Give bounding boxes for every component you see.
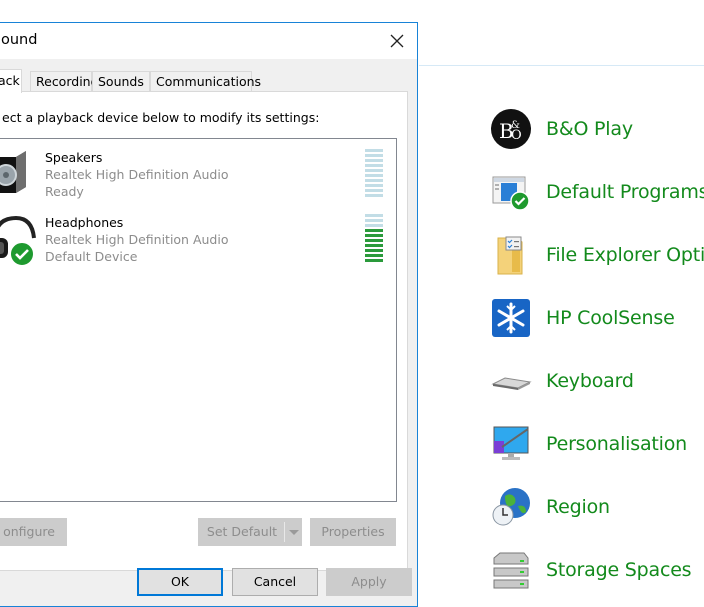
level-meter-segment: [365, 159, 383, 162]
tab-sounds[interactable]: Sounds: [92, 71, 150, 91]
level-meter-segment: [365, 154, 383, 157]
cp-item-region[interactable]: Region: [490, 485, 610, 529]
default-programs-icon: [490, 171, 532, 213]
cp-item-file-explorer-options[interactable]: File Explorer Optio: [490, 233, 704, 277]
button-label: Properties: [321, 524, 385, 539]
cp-item-hp-coolsense[interactable]: HP CoolSense: [490, 296, 675, 340]
level-meter-segment: [365, 259, 383, 262]
keyboard-icon: [490, 360, 532, 402]
button-label: Apply: [351, 574, 387, 589]
tab-label: ack: [0, 73, 20, 88]
device-headphones[interactable]: Headphones Realtek High Definition Audio…: [0, 214, 392, 274]
level-meter-segment: [365, 234, 383, 237]
tab-playback[interactable]: ack: [0, 69, 22, 93]
playback-panel: ect a playback device below to modify it…: [0, 91, 408, 571]
tab-recording[interactable]: Recording: [30, 71, 99, 91]
level-meter-segment: [365, 239, 383, 242]
instruction-text: ect a playback device below to modify it…: [2, 110, 320, 125]
cp-item-label: Default Programs: [546, 181, 704, 203]
ok-button[interactable]: OK: [137, 568, 223, 596]
tab-label: Sounds: [98, 74, 144, 89]
level-meter-segment: [365, 214, 383, 217]
level-meter-segment: [365, 149, 383, 152]
device-info: Headphones Realtek High Definition Audio…: [45, 214, 228, 265]
level-meter: [365, 149, 383, 199]
level-meter-segment: [365, 169, 383, 172]
level-meter-segment: [365, 229, 383, 232]
close-button[interactable]: [383, 27, 411, 55]
cp-item-personalisation[interactable]: Personalisation: [490, 422, 687, 466]
level-meter-segment: [365, 164, 383, 167]
cp-item-label: B&O Play: [546, 118, 633, 140]
cp-item-keyboard[interactable]: Keyboard: [490, 359, 634, 403]
level-meter: [365, 214, 383, 264]
cp-item-label: File Explorer Optio: [546, 244, 704, 266]
device-status: Ready: [45, 184, 84, 199]
headphones-icon: [0, 214, 36, 268]
bo-play-icon: B & O: [490, 108, 532, 150]
button-label: Cancel: [253, 574, 297, 589]
region-globe-icon: [490, 486, 532, 528]
cp-item-storage-spaces[interactable]: Storage Spaces: [490, 548, 692, 592]
button-label: onfigure: [3, 524, 55, 539]
device-name: Speakers: [45, 150, 103, 165]
set-default-button[interactable]: Set Default: [198, 518, 302, 546]
level-meter-segment: [365, 219, 383, 222]
device-speakers[interactable]: Speakers Realtek High Definition Audio R…: [0, 149, 392, 209]
configure-button[interactable]: onfigure: [0, 518, 67, 546]
device-list[interactable]: Speakers Realtek High Definition Audio R…: [0, 138, 397, 502]
level-meter-segment: [365, 244, 383, 247]
cp-item-default-programs[interactable]: Default Programs: [490, 170, 704, 214]
tab-label: Communications: [156, 74, 262, 89]
level-meter-segment: [365, 194, 383, 197]
cp-item-bo-play[interactable]: B & O B&O Play: [490, 107, 633, 151]
tab-communications[interactable]: Communications: [150, 71, 261, 91]
title-bar[interactable]: ound: [0, 23, 417, 59]
snowflake-icon: [490, 297, 532, 339]
device-driver: Realtek High Definition Audio: [45, 167, 229, 182]
cp-item-label: Region: [546, 496, 610, 518]
close-icon: [390, 34, 404, 48]
level-meter-segment: [365, 189, 383, 192]
level-meter-segment: [365, 254, 383, 257]
control-panel-divider: [419, 65, 704, 66]
properties-button[interactable]: Properties: [310, 518, 396, 546]
button-label: Set Default: [206, 524, 278, 539]
level-meter-segment: [365, 174, 383, 177]
cp-item-label: HP CoolSense: [546, 307, 675, 329]
device-info: Speakers Realtek High Definition Audio R…: [45, 149, 228, 200]
cp-item-label: Keyboard: [546, 370, 634, 392]
speaker-icon: [0, 149, 36, 203]
cp-item-label: Storage Spaces: [546, 559, 692, 581]
dialog-title: ound: [1, 32, 38, 48]
level-meter-segment: [365, 179, 383, 182]
device-name: Headphones: [45, 215, 124, 230]
sound-dialog: ound ack Recording Sounds Communications…: [0, 22, 418, 607]
tab-label: Recording: [36, 74, 99, 89]
svg-text:O: O: [511, 128, 522, 143]
storage-spaces-icon: [490, 549, 532, 591]
file-explorer-options-icon: [490, 234, 532, 276]
device-status: Default Device: [45, 249, 138, 264]
apply-button[interactable]: Apply: [326, 568, 412, 596]
level-meter-segment: [365, 224, 383, 227]
level-meter-segment: [365, 249, 383, 252]
device-driver: Realtek High Definition Audio: [45, 232, 229, 247]
chevron-down-icon[interactable]: [284, 522, 301, 542]
button-label: OK: [170, 574, 190, 589]
personalisation-icon: [490, 423, 532, 465]
cancel-button[interactable]: Cancel: [232, 568, 318, 596]
cp-item-label: Personalisation: [546, 433, 687, 455]
level-meter-segment: [365, 184, 383, 187]
